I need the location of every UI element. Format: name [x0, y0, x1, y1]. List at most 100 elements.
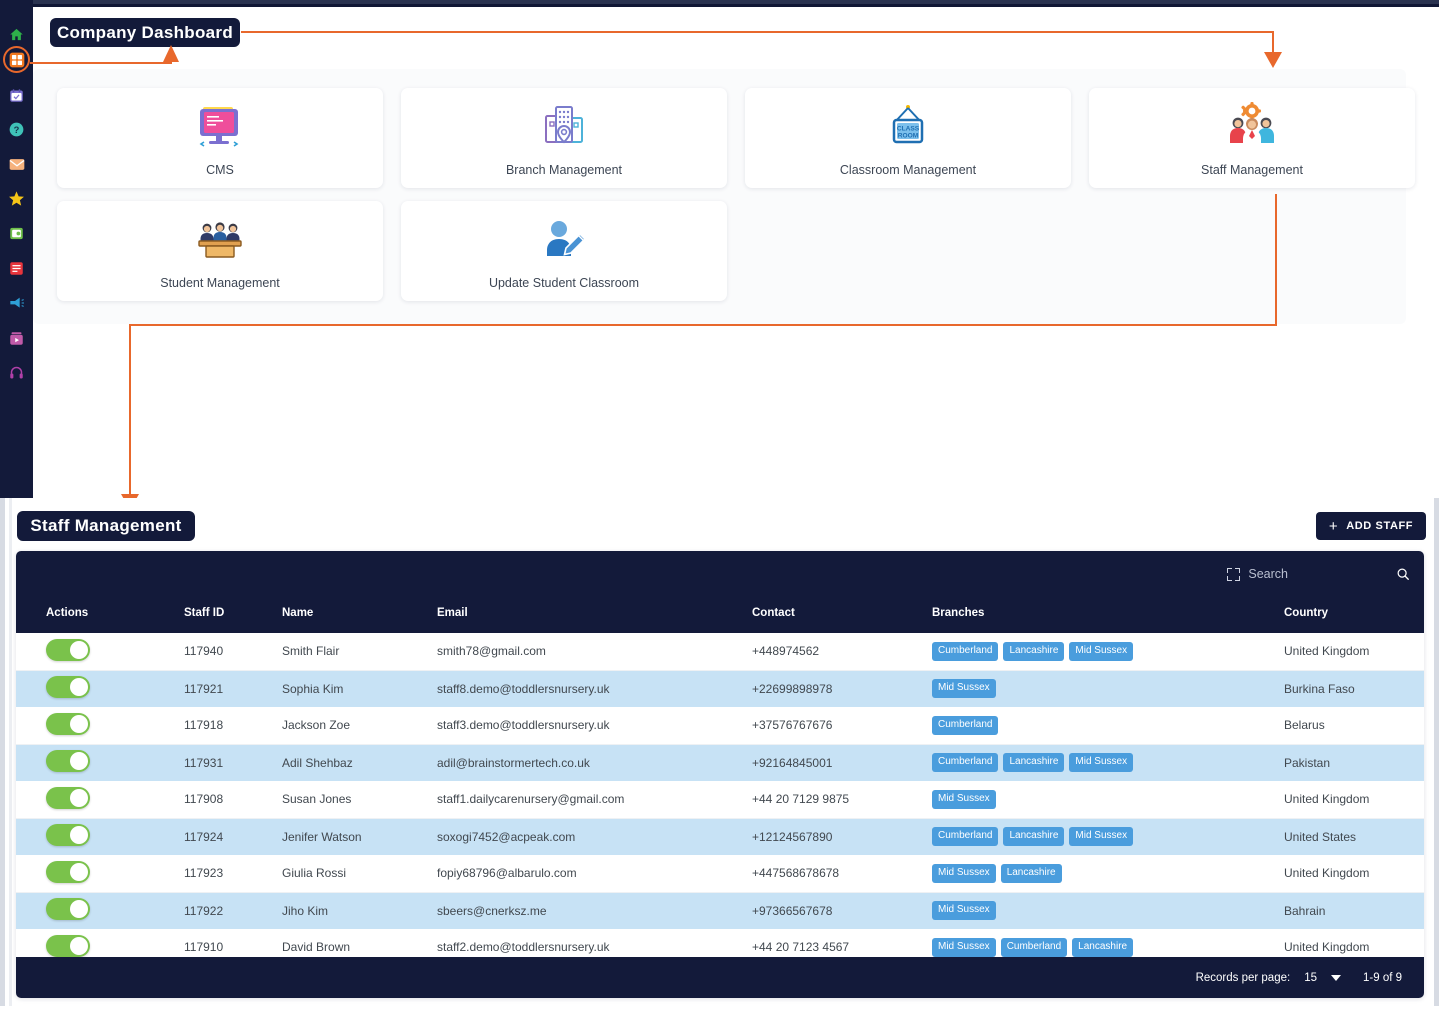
sidebar-item-wallet[interactable]	[0, 221, 33, 245]
cell-email: smith78@gmail.com	[437, 633, 752, 671]
branch-badge: Lancashire	[1003, 827, 1065, 847]
svg-text:?: ?	[14, 124, 20, 134]
staff-table-card: Search Actions Staff ID Name Email Conta…	[16, 551, 1424, 998]
search-icon[interactable]	[1396, 567, 1410, 581]
cell-branches: Mid Sussex Lancashire	[932, 855, 1284, 893]
cms-monitor-icon	[193, 99, 247, 155]
annotation-arrow-up-to-dashboard-chip	[163, 45, 179, 62]
table-row[interactable]: 117931 Adil Shehbaz adil@brainstormertech.…	[16, 744, 1424, 781]
cell-name: Susan Jones	[282, 781, 437, 819]
table-row[interactable]: 117908 Susan Jones staff1.dailycarenursery…	[16, 781, 1424, 819]
card-staff-management[interactable]: Staff Management	[1089, 88, 1415, 188]
chevron-down-icon[interactable]	[1331, 974, 1341, 981]
status-toggle[interactable]	[46, 824, 90, 847]
status-toggle[interactable]	[46, 934, 90, 957]
toggle-knob	[70, 678, 88, 697]
update-student-pencil-icon	[537, 212, 591, 268]
window-top-strip-inner	[33, 0, 1439, 4]
card-update-student-classroom[interactable]: Update Student Classroom	[401, 201, 727, 301]
status-toggle[interactable]	[46, 898, 90, 921]
window-top-strip	[0, 0, 1439, 7]
sidebar-item-favourites[interactable]	[0, 186, 33, 210]
sidebar-item-calendar[interactable]	[0, 83, 33, 107]
classroom-sign-icon: CLASS ROOM	[881, 99, 935, 155]
cell-contact: +448974562	[752, 633, 932, 671]
branch-badge: Cumberland	[932, 753, 999, 773]
sidebar-item-media[interactable]	[0, 326, 33, 350]
column-header-contact[interactable]: Contact	[752, 603, 932, 633]
column-header-email[interactable]: Email	[437, 603, 752, 633]
plus-icon: +	[1328, 517, 1339, 535]
status-toggle[interactable]	[46, 860, 90, 883]
staff-table: Actions Staff ID Name Email Contact Bran…	[16, 603, 1424, 967]
staff-table-footer: Records per page: 15 1-9 of 9	[16, 957, 1424, 998]
search-input[interactable]: Search	[1248, 567, 1288, 581]
cell-branches: Cumberland Lancashire Mid Sussex	[932, 633, 1284, 671]
add-staff-button[interactable]: + ADD STAFF	[1316, 512, 1426, 540]
status-toggle[interactable]	[46, 676, 90, 699]
records-range: 1-9 of 9	[1363, 971, 1402, 984]
card-student-management[interactable]: Student Management	[57, 201, 383, 301]
card-label: CMS	[206, 163, 234, 177]
cell-staff-id: 117921	[184, 670, 282, 707]
branch-badge: Mid Sussex	[932, 679, 996, 699]
table-row[interactable]: 117940 Smith Flair smith78@gmail.com +44897…	[16, 633, 1424, 671]
cell-staff-id: 117922	[184, 892, 282, 929]
cell-name: Jenifer Watson	[282, 818, 437, 855]
cell-branches: Cumberland Lancashire Mid Sussex	[932, 818, 1284, 855]
headset-support-icon	[10, 366, 23, 378]
column-header-name[interactable]: Name	[282, 603, 437, 633]
branch-badge: Mid Sussex	[1069, 641, 1134, 661]
cell-staff-id: 117924	[184, 818, 282, 855]
table-row[interactable]: 117924 Jenifer Watson soxogi7452@acpeak.co…	[16, 818, 1424, 855]
sidebar-item-announcements[interactable]	[0, 291, 33, 315]
cell-contact: +92164845001	[752, 744, 932, 781]
column-header-staff-id[interactable]: Staff ID	[184, 603, 282, 633]
card-branch-management[interactable]: Branch Management	[401, 88, 727, 188]
table-row[interactable]: 117921 Sophia Kim staff8.demo@toddlersnurs…	[16, 670, 1424, 707]
sidebar-item-mail[interactable]	[0, 152, 33, 176]
card-label: Staff Management	[1201, 163, 1303, 177]
sidebar-item-documents[interactable]	[0, 256, 33, 280]
sidebar-item-help[interactable]: ?	[0, 117, 33, 141]
expand-fullscreen-icon[interactable]	[1227, 567, 1241, 581]
sidebar-item-support[interactable]	[0, 360, 33, 384]
column-header-actions[interactable]: Actions	[16, 603, 184, 633]
annotation-line-vertical-3	[129, 324, 131, 498]
status-toggle[interactable]	[46, 786, 90, 809]
branch-badge: Mid Sussex	[932, 937, 996, 957]
cell-actions	[16, 892, 184, 929]
cell-branches: Mid Sussex	[932, 670, 1284, 707]
card-label: Classroom Management	[839, 163, 977, 177]
staff-table-toolbar: Search	[16, 551, 1424, 603]
cell-name: Jiho Kim	[282, 892, 437, 929]
right-rail	[1434, 498, 1439, 1012]
media-player-icon	[10, 331, 23, 345]
column-header-branches[interactable]: Branches	[932, 603, 1284, 633]
card-cms[interactable]: CMS	[57, 88, 383, 188]
cell-name: Giulia Rossi	[282, 855, 437, 893]
dashboard-icon-highlight-ring	[3, 46, 30, 73]
card-classroom-management[interactable]: CLASS ROOM Classroom Management	[745, 88, 1071, 188]
left-rail-secondary	[9, 498, 12, 1012]
search-area[interactable]: Search	[1227, 567, 1410, 581]
status-toggle[interactable]	[46, 638, 90, 661]
cell-email: fopiy68796@albarulo.com	[437, 855, 752, 893]
annotation-line-sidebar-to-chip	[30, 62, 172, 64]
staff-management-page-title: Staff Management	[17, 511, 195, 541]
table-row[interactable]: 117918 Jackson Zoe staff3.demo@toddlersnur…	[16, 707, 1424, 745]
column-header-country[interactable]: Country	[1284, 603, 1424, 633]
cell-email: staff8.demo@toddlersnursery.uk	[437, 670, 752, 707]
mail-envelope-icon	[9, 158, 24, 170]
cell-contact: +12124567890	[752, 818, 932, 855]
table-row[interactable]: 117922 Jiho Kim sbeers@cnerksz.me +97366567…	[16, 892, 1424, 929]
staff-table-head: Actions Staff ID Name Email Contact Bran…	[16, 603, 1424, 633]
status-toggle[interactable]	[46, 712, 90, 735]
sidebar-item-home[interactable]	[0, 22, 33, 46]
records-per-page-value[interactable]: 15	[1304, 972, 1317, 984]
student-desk-icon	[193, 212, 247, 268]
table-row[interactable]: 117923 Giulia Rossi fopiy68796@albarulo.co…	[16, 855, 1424, 893]
status-toggle[interactable]	[46, 750, 90, 773]
cell-contact: +37576767676	[752, 707, 932, 745]
branch-badge: Lancashire	[1000, 863, 1062, 883]
